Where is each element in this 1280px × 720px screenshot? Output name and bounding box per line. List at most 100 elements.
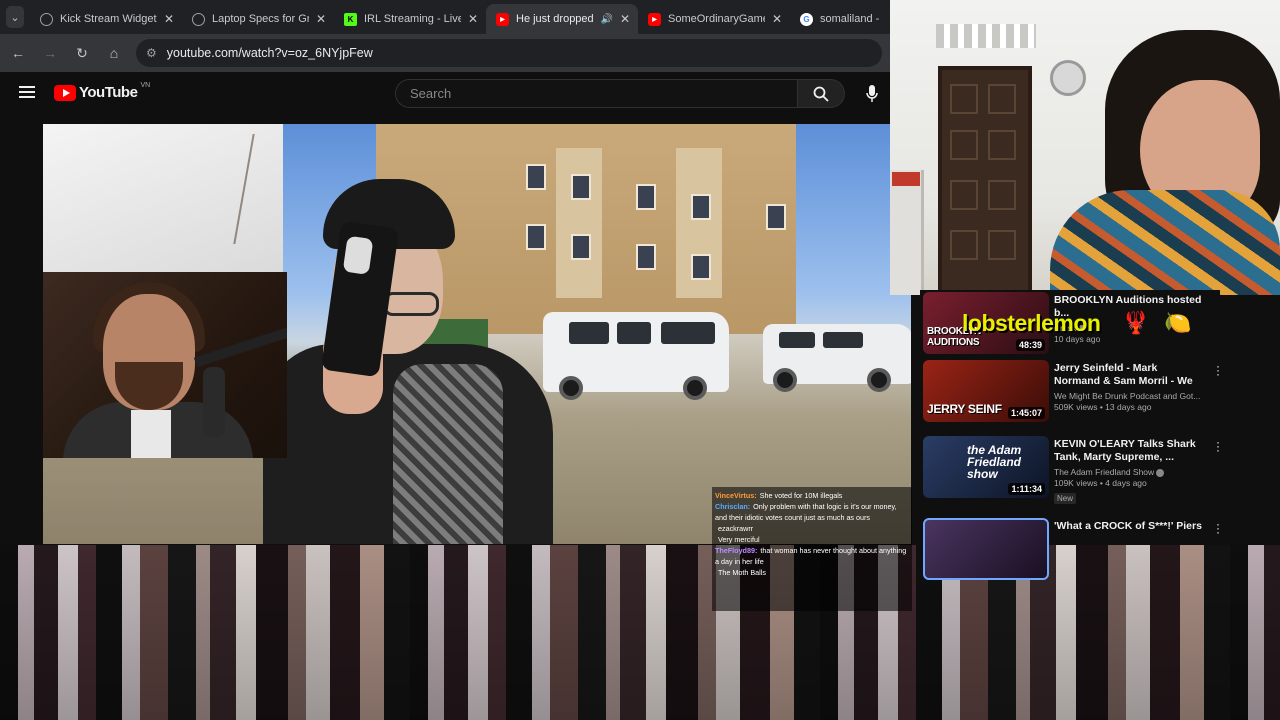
more-options-icon[interactable]: · · · xyxy=(1214,360,1222,380)
video-van xyxy=(543,312,729,400)
thumbnail-text: JERRY SEINF xyxy=(927,402,1002,416)
video-window xyxy=(636,244,656,270)
recommendation-item[interactable]: the Adam Friedland show 1:11:34 KEVIN O'… xyxy=(920,434,1220,506)
close-tab-icon[interactable]: ✕ xyxy=(164,12,174,26)
video-title[interactable]: KEVIN O'LEARY Talks Shark Tank, Marty Su… xyxy=(1054,438,1206,464)
globe-icon xyxy=(40,12,53,26)
youtube-icon: ▶ xyxy=(496,12,509,26)
streamer-webcam xyxy=(890,0,1280,295)
video-window xyxy=(691,194,711,220)
kick-icon: K xyxy=(344,12,357,26)
forward-arrow-icon[interactable]: → xyxy=(40,43,60,63)
video-duration: 1:45:07 xyxy=(1007,407,1045,419)
tab-title: somaliland - Go xyxy=(820,13,882,25)
video-title[interactable]: Jerry Seinfeld - Mark Normand & Sam Morr… xyxy=(1054,362,1206,388)
wall-fan xyxy=(1050,60,1086,96)
lobster-icon: 🦞 xyxy=(1122,310,1150,335)
search-icon xyxy=(813,86,829,102)
tab-5[interactable]: G somaliland - Go xyxy=(790,4,890,34)
menu-icon[interactable] xyxy=(19,86,35,98)
video-thumbnail[interactable] xyxy=(923,518,1049,580)
video-window xyxy=(571,174,591,200)
search-bar xyxy=(395,79,845,108)
chat-text: The Moth Balls xyxy=(718,568,766,577)
channel-name[interactable]: We Might Be Drunk Podcast and Got... xyxy=(1054,391,1200,401)
video-thumbnail[interactable]: the Adam Friedland show 1:11:34 xyxy=(923,436,1049,498)
chat-text: Very merciful xyxy=(718,535,760,544)
person-shirt xyxy=(1050,190,1280,295)
country-code: VN xyxy=(140,82,151,89)
tab-title: He just dropped xyxy=(516,13,594,25)
tab-3[interactable]: ▶ He just dropped 🔊 ✕ xyxy=(486,4,638,34)
speaker-icon[interactable]: 🔊 xyxy=(600,14,612,25)
chat-overlay: VinceVirtus: She voted for 10M illegals C… xyxy=(712,487,912,611)
microphone-icon xyxy=(866,85,878,102)
tab-title: SomeOrdinaryGamer xyxy=(668,13,765,25)
voice-search-button[interactable] xyxy=(862,83,882,105)
browser-tab-bar: ⌄ Kick Stream Widgets ✕ Laptop Specs for… xyxy=(0,0,890,34)
google-icon: G xyxy=(800,12,813,26)
url-text: youtube.com/watch?v=oz_6NYjpFew xyxy=(166,46,373,60)
tab-1[interactable]: Laptop Specs for Gri ✕ xyxy=(182,4,334,34)
chat-username: TheFloyd89: xyxy=(715,546,758,555)
video-window xyxy=(766,204,786,230)
globe-icon xyxy=(192,12,205,26)
channel-name[interactable]: The Adam Friedland Show xyxy=(1054,467,1154,477)
video-title[interactable]: 'What a CROCK of S***!' Piers xyxy=(1054,520,1206,533)
new-badge: New xyxy=(1054,493,1077,504)
tab-2[interactable]: K IRL Streaming - Live ✕ xyxy=(334,4,486,34)
close-tab-icon[interactable]: ✕ xyxy=(468,12,478,26)
tab-title: Laptop Specs for Gri xyxy=(212,13,309,25)
wooden-door xyxy=(938,66,1032,295)
youtube-header: YouTube VN xyxy=(0,72,890,118)
thumbnail-text: the Adam Friedland show xyxy=(967,443,1022,481)
recommendation-item[interactable]: 'What a CROCK of S***!' Piers · · · xyxy=(920,516,1220,588)
tab-search-button[interactable]: ⌄ xyxy=(6,6,24,28)
close-tab-icon[interactable]: ✕ xyxy=(772,12,782,26)
reload-icon[interactable]: ↻ xyxy=(72,43,92,63)
video-meta: 109K views • 4 days ago xyxy=(1054,478,1147,488)
search-button[interactable] xyxy=(798,79,845,108)
chat-message: VinceVirtus: She voted for 10M illegals xyxy=(715,490,909,501)
chat-username: VinceVirtus: xyxy=(715,491,757,500)
chat-message: TheFloyd89: that woman has never thought … xyxy=(715,545,909,567)
tab-4[interactable]: ▶ SomeOrdinaryGamer ✕ xyxy=(638,4,790,34)
youtube-wordmark: YouTube xyxy=(79,84,138,101)
home-icon[interactable]: ⌂ xyxy=(104,43,124,63)
search-input[interactable] xyxy=(395,79,798,108)
video-duration: 48:39 xyxy=(1015,339,1045,351)
streamer-facecam xyxy=(43,272,287,458)
shelf xyxy=(890,170,924,295)
site-info-icon[interactable]: ⚙ xyxy=(146,46,157,60)
video-meta: 509K views • 13 days ago xyxy=(1054,402,1152,412)
red-box xyxy=(892,172,920,186)
recommendation-item[interactable]: JERRY SEINF 1:45:07 Jerry Seinfeld - Mar… xyxy=(920,358,1220,430)
video-window xyxy=(571,234,591,260)
youtube-icon: ▶ xyxy=(648,12,661,26)
screen: ⌄ Kick Stream Widgets ✕ Laptop Specs for… xyxy=(0,0,1280,720)
video-window xyxy=(691,254,711,280)
video-thumbnail[interactable]: JERRY SEINF 1:45:07 xyxy=(923,360,1049,422)
video-van xyxy=(763,324,911,392)
close-tab-icon[interactable]: ✕ xyxy=(316,12,326,26)
video-bay xyxy=(556,148,602,298)
lemon-icon: 🍋 xyxy=(1164,310,1192,335)
more-options-icon[interactable]: · · · xyxy=(1214,518,1222,538)
tab-title: IRL Streaming - Live xyxy=(364,13,461,25)
youtube-play-icon xyxy=(54,84,76,101)
close-tab-icon[interactable]: ✕ xyxy=(620,12,630,26)
address-bar[interactable]: ⚙ youtube.com/watch?v=oz_6NYjpFew xyxy=(136,39,882,67)
video-duration: 1:11:34 xyxy=(1008,483,1045,495)
chat-message: Very merciful xyxy=(715,534,909,545)
chat-message: ezackrawrr xyxy=(715,523,909,534)
chat-username: Chrisclan: xyxy=(715,502,751,511)
more-options-icon[interactable]: · · · xyxy=(1214,436,1222,456)
wall-vent xyxy=(936,24,1036,48)
tab-0[interactable]: Kick Stream Widgets ✕ xyxy=(30,4,182,34)
chat-message: The Moth Balls xyxy=(715,567,909,578)
youtube-logo[interactable]: YouTube VN xyxy=(54,82,151,101)
browser-toolbar: ← → ↻ ⌂ ⚙ youtube.com/watch?v=oz_6NYjpFe… xyxy=(0,34,890,72)
back-arrow-icon[interactable]: ← xyxy=(8,43,28,63)
verified-icon xyxy=(1156,468,1165,477)
chat-message: Chrisclan: Only problem with that logic i… xyxy=(715,501,909,523)
